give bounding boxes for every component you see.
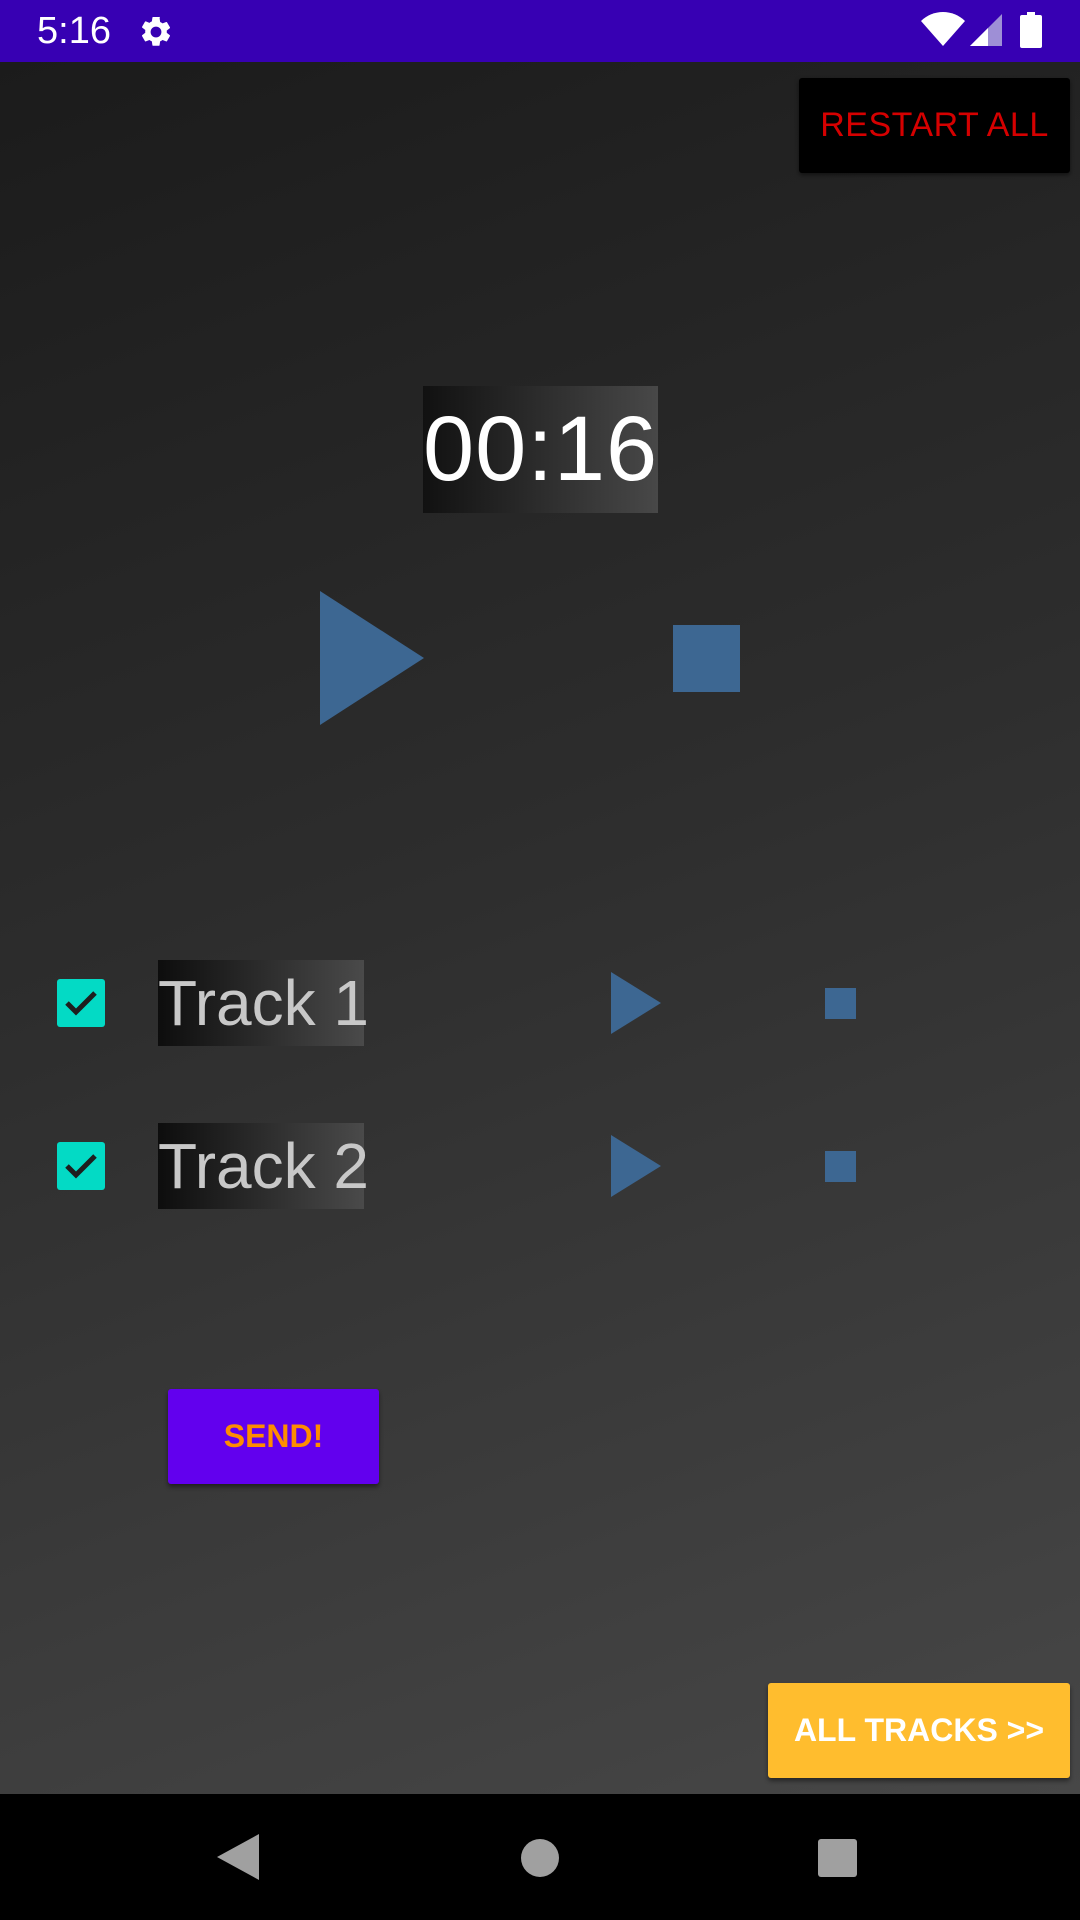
send-button[interactable]: SEND! [168,1389,379,1484]
track-stop-icon[interactable] [825,988,856,1019]
app-content: RESTART ALL 00:16 Track 1 Track 2 SEND! … [0,62,1080,1794]
home-icon[interactable] [521,1839,559,1877]
back-icon[interactable] [217,1834,259,1880]
track-checkbox[interactable] [57,979,105,1027]
play-icon[interactable] [320,591,424,725]
status-bar: 5:16 [0,0,1080,62]
timer-display: 00:16 [423,386,658,513]
track-play-icon[interactable] [611,972,661,1034]
stop-icon[interactable] [673,625,740,692]
phone-screen: 5:16 RESTART ALL 00:16 Track 1 Track 2 S… [0,0,1080,1920]
battery-icon [1020,12,1042,48]
track-play-icon[interactable] [611,1135,661,1197]
gear-icon [141,16,171,46]
wifi-icon [921,12,965,46]
track-row: Track 1 [0,960,1080,1046]
track-row: Track 2 [0,1123,1080,1209]
navigation-bar [0,1794,1080,1920]
checkmark-icon [65,1154,97,1179]
all-tracks-button[interactable]: ALL TRACKS >> [768,1683,1070,1778]
checkmark-icon [65,991,97,1016]
track-label: Track 2 [158,1123,369,1209]
restart-all-button[interactable]: RESTART ALL [799,78,1070,173]
cell-signal-icon [970,14,1002,46]
recents-icon[interactable] [818,1839,857,1877]
track-stop-icon[interactable] [825,1151,856,1182]
track-checkbox[interactable] [57,1142,105,1190]
status-time: 5:16 [37,10,111,52]
track-label: Track 1 [158,960,369,1046]
